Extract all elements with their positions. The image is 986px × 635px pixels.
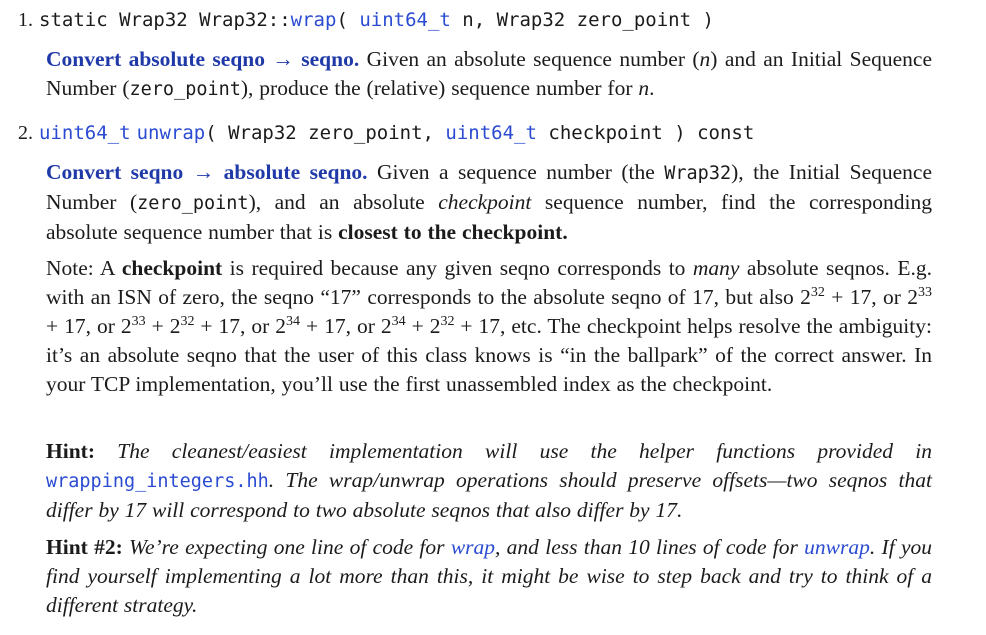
item-1-desc-title: Convert absolute seqno → seqno. bbox=[46, 47, 360, 71]
hint-1-paragraph: Hint: The cleanest/easiest implementatio… bbox=[46, 437, 932, 525]
note-text-d: + 17, or 2 bbox=[824, 285, 918, 309]
note-text-e: + 17, or 2 bbox=[46, 314, 132, 338]
item-2-desc-title: Convert seqno → absolute seqno. bbox=[46, 160, 368, 184]
item-2-desc-checkpoint: checkpoint bbox=[438, 190, 532, 214]
note-many: many bbox=[692, 256, 740, 280]
item-1-number: 1. bbox=[18, 9, 33, 31]
note-checkpoint-bold: checkpoint bbox=[121, 256, 223, 280]
item-2-number: 2. bbox=[18, 122, 33, 144]
item-2-sig-function: unwrap bbox=[136, 122, 206, 144]
hint-1-text-a: The cleanest/easiest implementation will… bbox=[94, 439, 932, 463]
note-exp-7: 32 bbox=[440, 314, 455, 329]
item-2-sig-type: uint64_t bbox=[39, 122, 131, 144]
item-2-desc-bold: closest to the checkpoint. bbox=[338, 220, 568, 244]
hint-2-wrap-link[interactable]: wrap bbox=[451, 535, 495, 559]
note-text-i: + 2 bbox=[405, 314, 441, 338]
item-1-signature: 1. static Wrap32 Wrap32::wrap( uint64_t n… bbox=[18, 7, 976, 33]
item-1-sig-function: wrap bbox=[290, 9, 337, 31]
item-2-sig-args: ( Wrap32 zero_point, bbox=[205, 122, 446, 144]
item-1-desc-text-d: . bbox=[649, 76, 655, 100]
note-exp-6: 34 bbox=[391, 314, 406, 329]
note-text-h: + 17, or 2 bbox=[300, 314, 392, 338]
item-2-desc-text-a: Given a sequence number (the bbox=[367, 160, 665, 184]
item-2-description: Convert seqno → absolute seqno. Given a … bbox=[46, 158, 932, 247]
item-1-sig-paren: ( bbox=[336, 9, 360, 31]
note-exp-1: 32 bbox=[810, 285, 825, 300]
item-1-desc-n: n bbox=[699, 47, 711, 71]
hint-1-file-link[interactable]: wrapping_integers.hh bbox=[46, 471, 269, 492]
note-text-b: is required because any given seqno corr… bbox=[222, 256, 693, 280]
item-1-sig-rest: n, Wrap32 zero_point ) bbox=[450, 9, 714, 31]
item-2-desc-code-wrap32: Wrap32 bbox=[664, 163, 732, 184]
note-text-g: + 17, or 2 bbox=[194, 314, 287, 338]
note-paragraph: Note: A checkpoint is required because a… bbox=[46, 254, 932, 399]
item-2-desc-text-c: ), and an absolute bbox=[248, 190, 439, 214]
document-page: 1. static Wrap32 Wrap32::wrap( uint64_t n… bbox=[0, 0, 986, 635]
hint-2-unwrap-link[interactable]: unwrap bbox=[804, 535, 870, 559]
note-text-a: Note: A bbox=[46, 256, 122, 280]
item-2-desc-code-zero-point: zero_point bbox=[137, 193, 249, 214]
item-1-desc-n2: n bbox=[638, 76, 650, 100]
note-exp-3: 33 bbox=[131, 314, 146, 329]
hint-1-label: Hint: bbox=[46, 439, 95, 463]
item-1-sig-prefix: static Wrap32 Wrap32:: bbox=[39, 9, 291, 31]
note-exp-5: 34 bbox=[286, 314, 301, 329]
item-2-sig-type2: uint64_t bbox=[445, 122, 537, 144]
hint-2-paragraph: Hint #2: We’re expecting one line of cod… bbox=[46, 533, 932, 620]
note-exp-4: 32 bbox=[180, 314, 195, 329]
item-1-description: Convert absolute seqno → seqno. Given an… bbox=[46, 45, 932, 104]
item-2-sig-rest: checkpoint ) const bbox=[536, 122, 755, 144]
note-text-f: + 2 bbox=[145, 314, 181, 338]
hint-2-label: Hint #2: bbox=[46, 535, 123, 559]
hint-2-text-a: We’re expecting one line of code for bbox=[122, 535, 451, 559]
item-1-sig-type: uint64_t bbox=[359, 9, 451, 31]
item-1-desc-code: zero_point bbox=[129, 79, 241, 100]
hint-2-text-b: , and less than 10 lines of code for bbox=[495, 535, 805, 559]
item-2-signature: 2. uint64_t unwrap( Wrap32 zero_point, ui… bbox=[18, 120, 976, 146]
item-1-desc-text-a: Given an absolute sequence number ( bbox=[359, 47, 700, 71]
note-exp-2: 33 bbox=[918, 285, 932, 300]
item-1-desc-text-c: ), produce the (relative) sequence numbe… bbox=[240, 76, 639, 100]
